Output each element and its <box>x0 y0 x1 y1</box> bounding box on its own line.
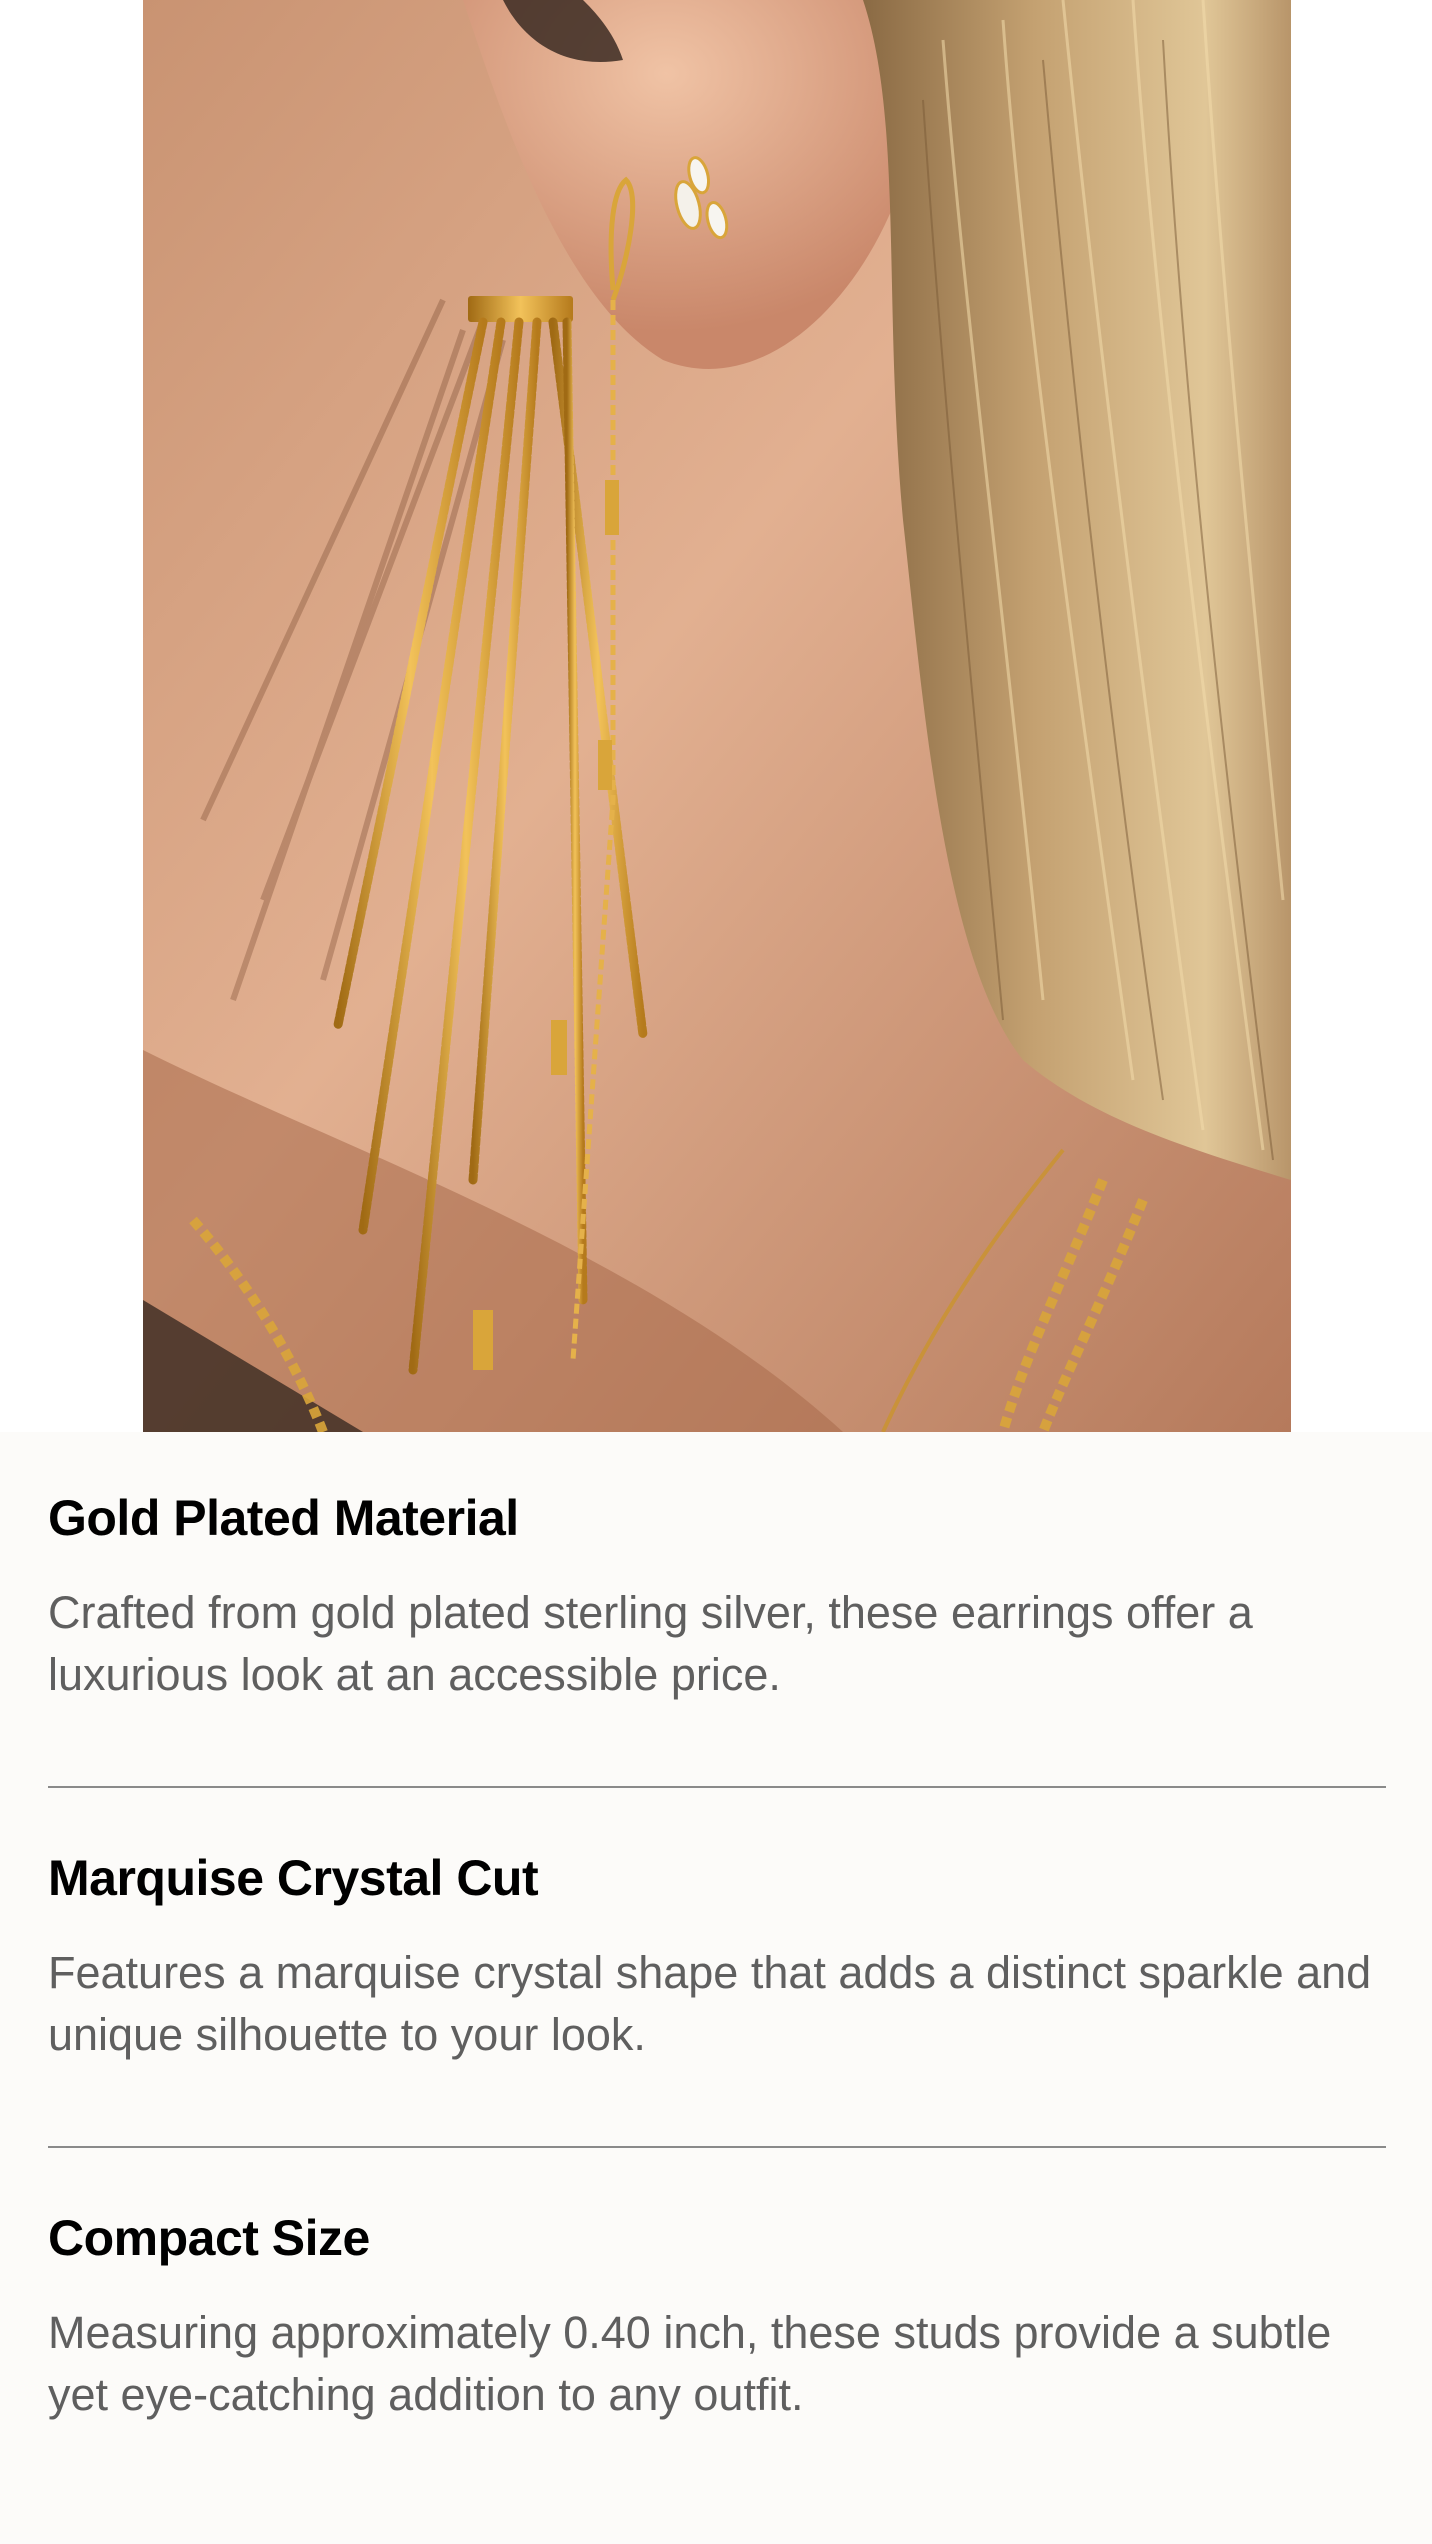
feature-title: Gold Plated Material <box>48 1490 519 1546</box>
hero-image-container <box>0 0 1432 1432</box>
product-photo <box>143 0 1291 1432</box>
feature-title: Compact Size <box>48 2210 370 2266</box>
feature-description: Measuring approximately 0.40 inch, these… <box>48 2307 1332 2420</box>
feature-item: Gold Plated Material Crafted from gold p… <box>48 1432 1386 1788</box>
feature-item: Compact Size Measuring approximately 0.4… <box>48 2148 1386 2506</box>
feature-list: Gold Plated Material Crafted from gold p… <box>48 1432 1386 2506</box>
feature-description: Features a marquise crystal shape that a… <box>48 1947 1372 2060</box>
feature-description: Crafted from gold plated sterling silver… <box>48 1587 1253 1700</box>
earring-photo-icon <box>143 0 1291 1432</box>
feature-item: Marquise Crystal Cut Features a marquise… <box>48 1788 1386 2148</box>
feature-title: Marquise Crystal Cut <box>48 1850 539 1906</box>
